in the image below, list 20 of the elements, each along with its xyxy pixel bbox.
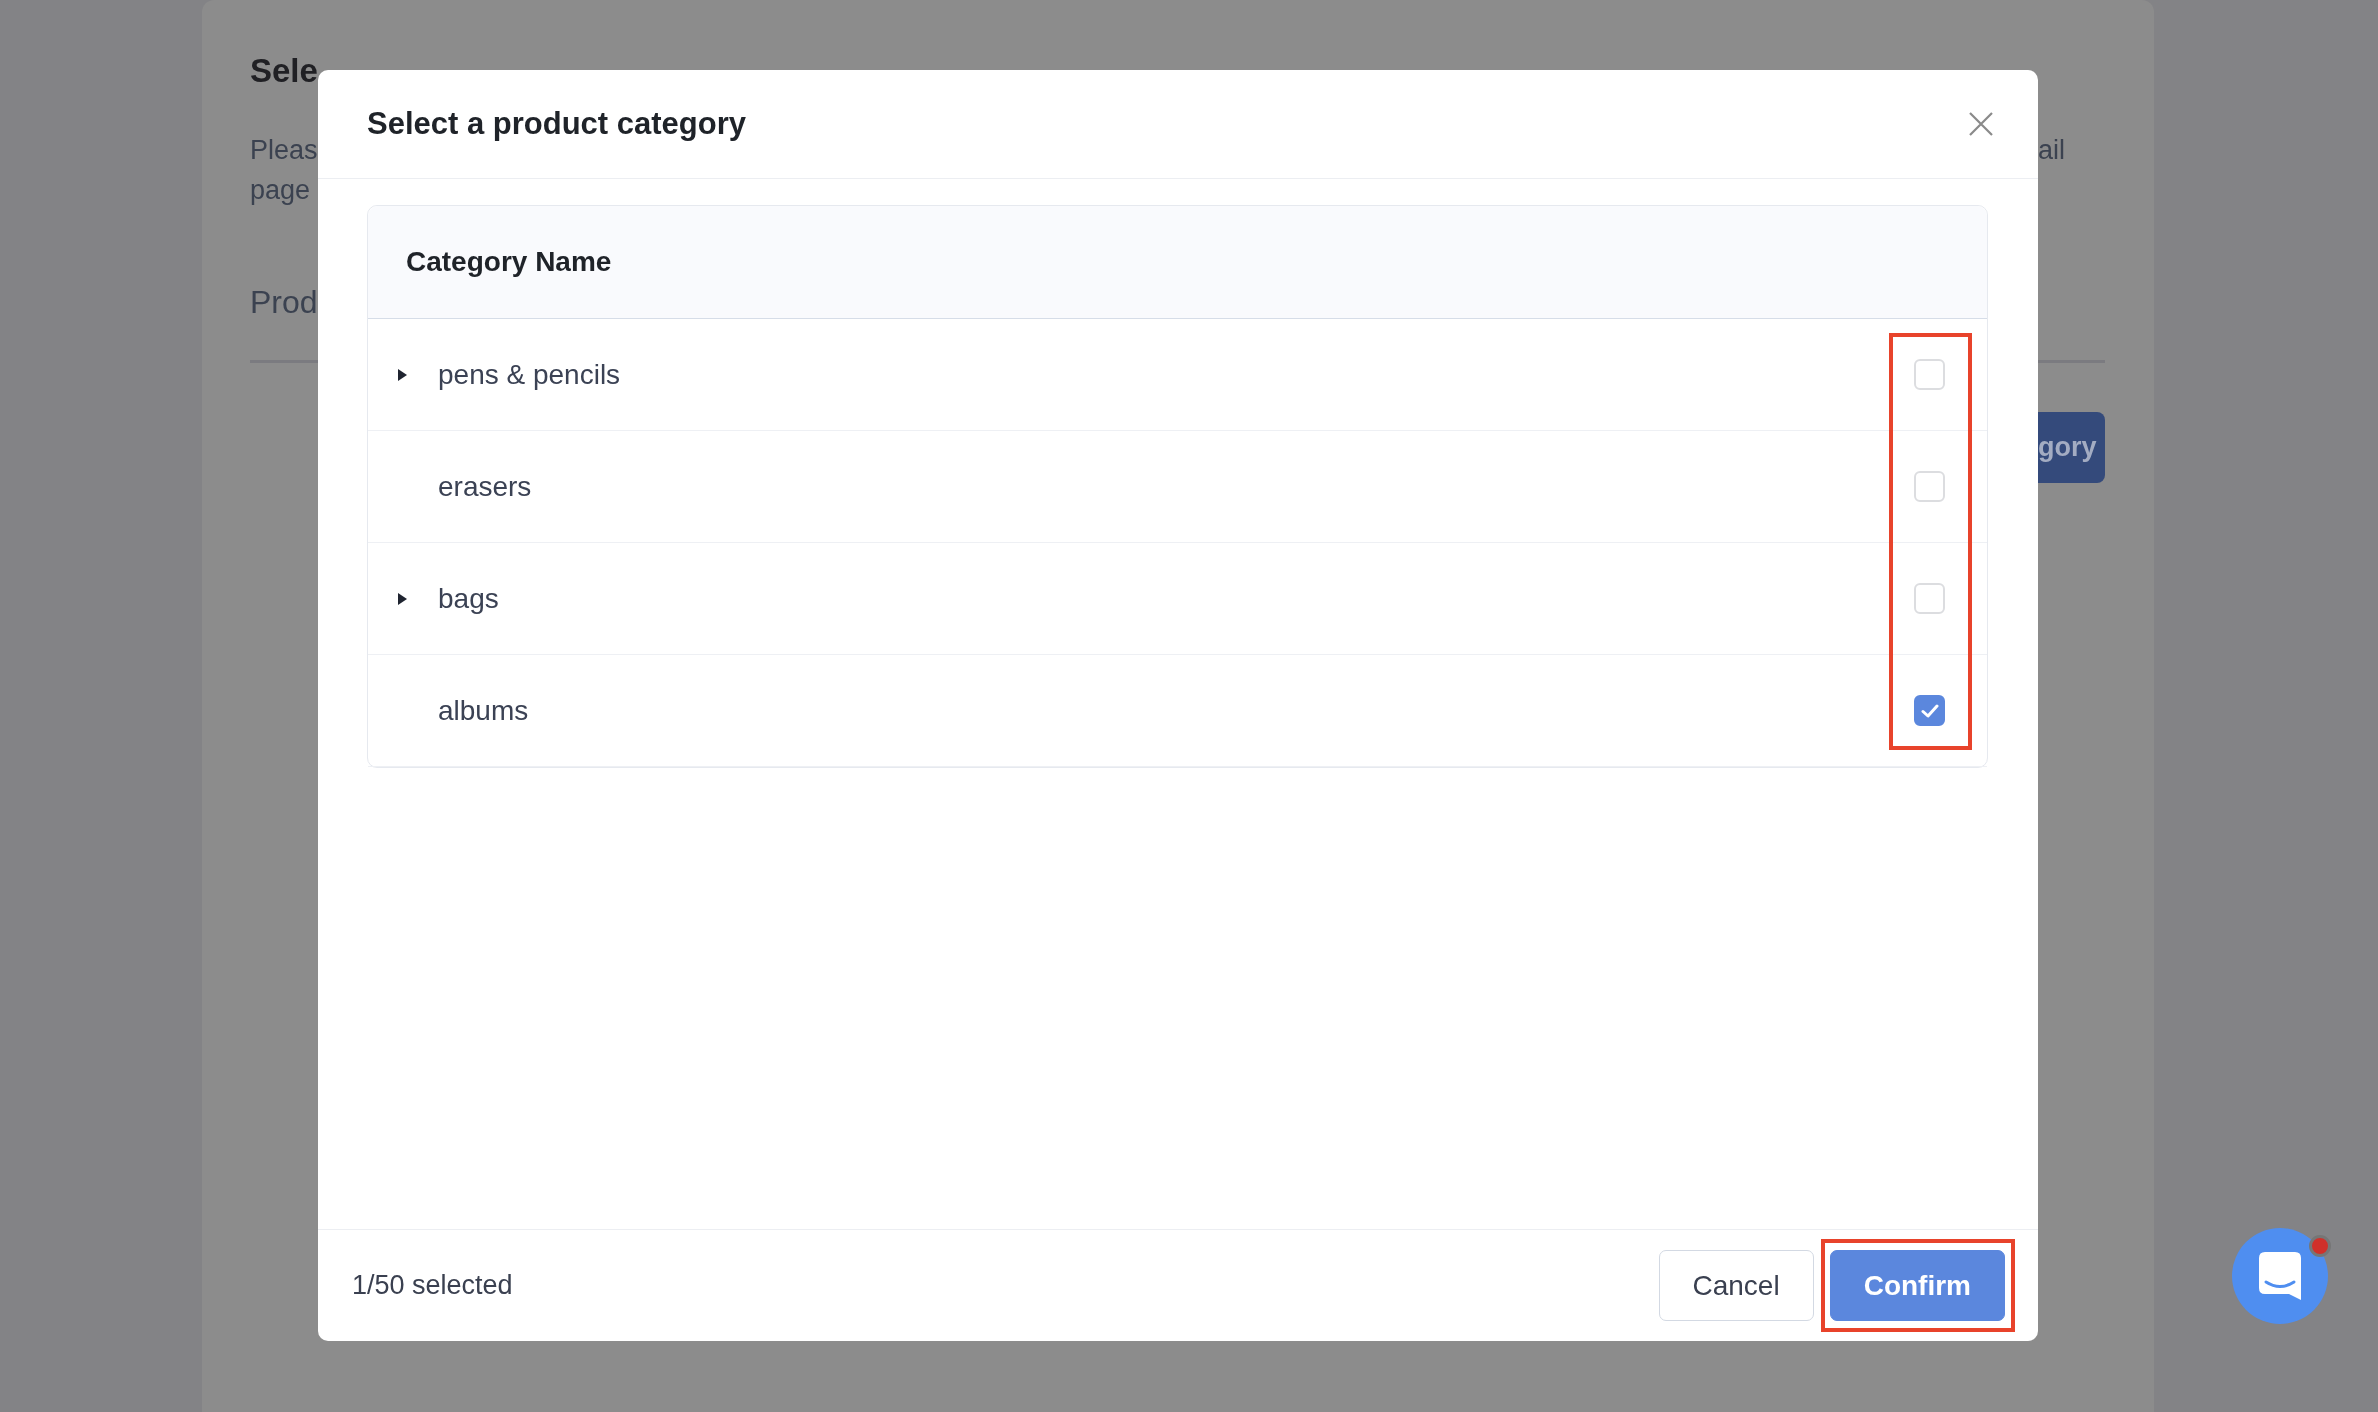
checkbox[interactable]	[1914, 695, 1945, 726]
caret-icon[interactable]	[398, 592, 407, 605]
confirm-button[interactable]: Confirm	[1829, 1250, 2005, 1321]
category-name: bags	[438, 582, 499, 615]
page-action-button[interactable]: gory	[2038, 412, 2105, 483]
speech-bubble-icon	[2259, 1252, 2301, 1300]
section-heading: Prod	[250, 283, 318, 322]
page-description: Pleas page	[250, 134, 318, 207]
page-title: Sele	[250, 51, 318, 91]
close-icon[interactable]	[1969, 112, 1993, 136]
page-description: ail	[2038, 134, 2065, 167]
category-name: pens & pencils	[438, 358, 621, 391]
cancel-button[interactable]: Cancel	[1658, 1250, 1814, 1321]
selection-count: 1/50 selected	[352, 1270, 513, 1301]
dialog-title: Select a product category	[367, 106, 746, 142]
caret-icon[interactable]	[398, 368, 407, 381]
category-name: erasers	[438, 470, 532, 503]
category-name: albums	[438, 694, 529, 727]
check-icon	[1920, 703, 1939, 718]
column-header: Category Name	[406, 246, 612, 278]
